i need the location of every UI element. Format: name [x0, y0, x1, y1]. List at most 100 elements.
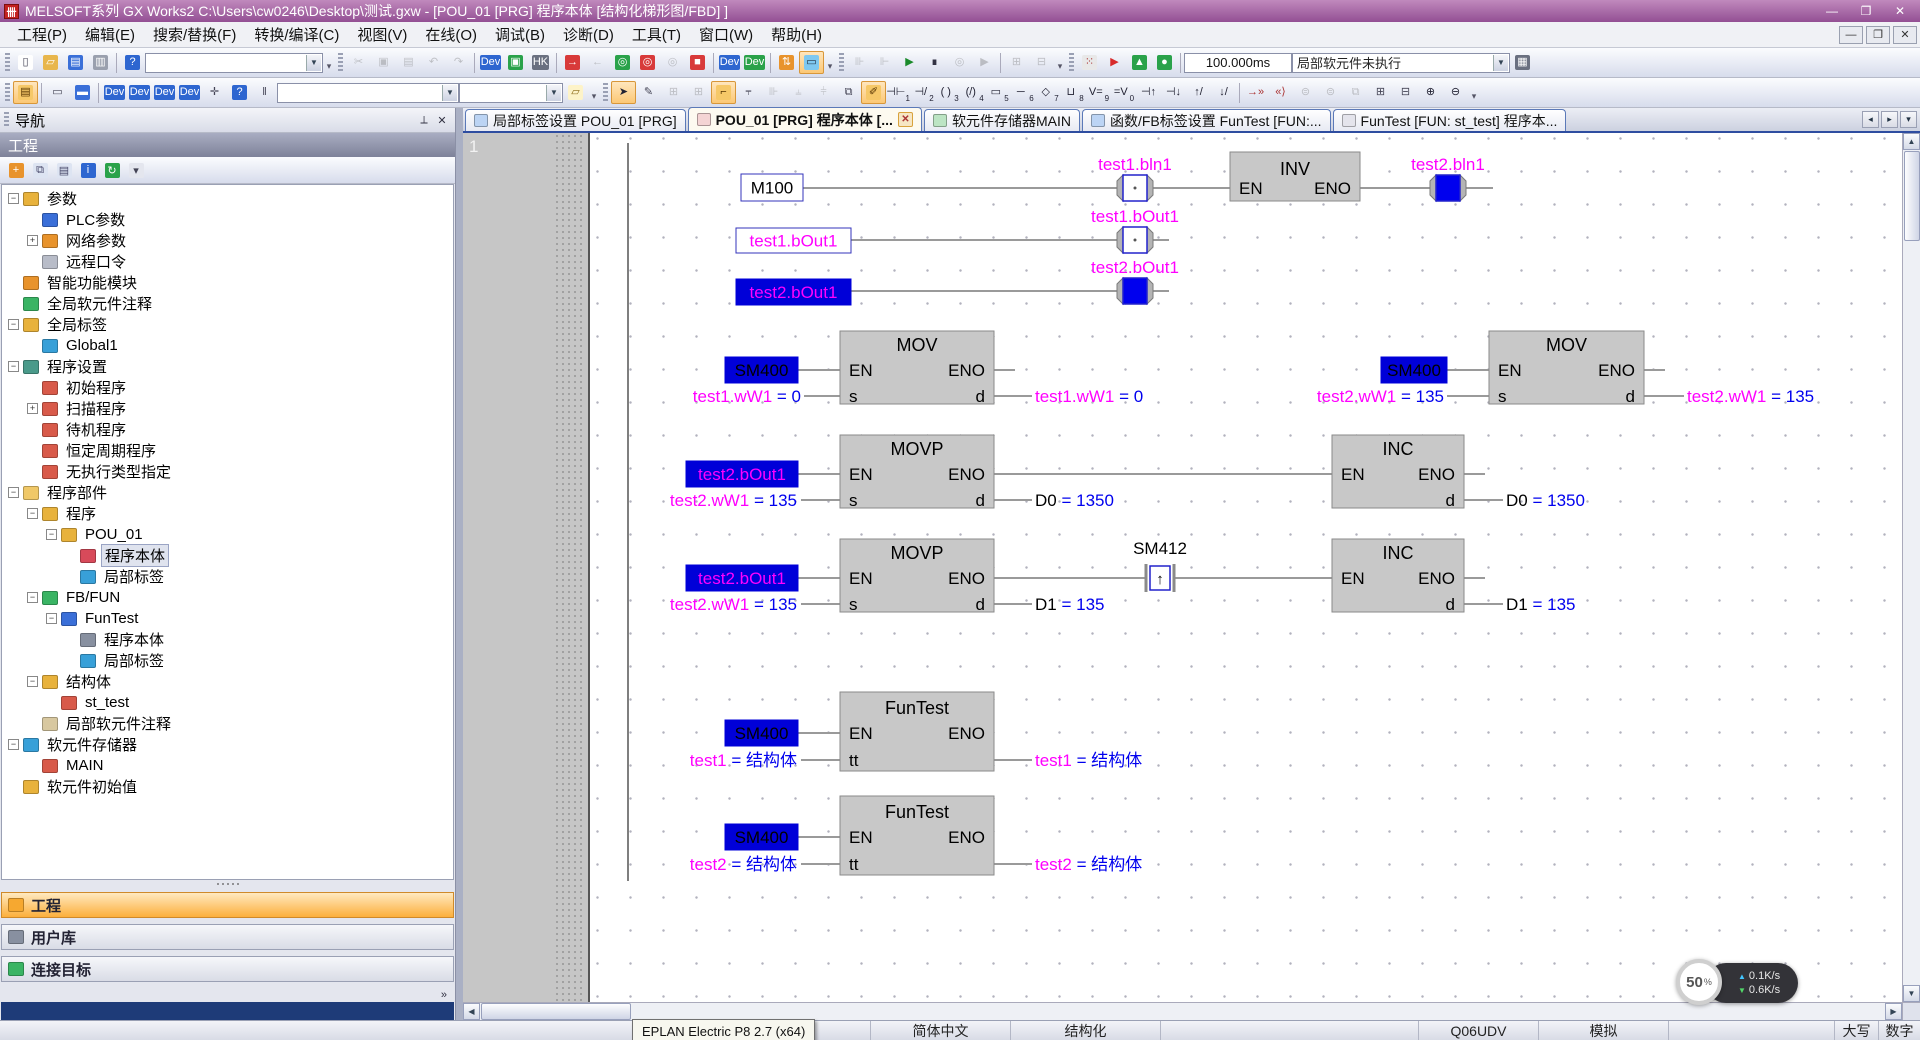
minimize-button[interactable]: —	[1816, 2, 1848, 20]
expand-icon[interactable]: +	[27, 235, 38, 246]
collapse-icon[interactable]: −	[8, 319, 19, 330]
coil-icon[interactable]: ( )3	[936, 81, 961, 104]
menu-item-9[interactable]: 工具(T)	[623, 21, 690, 48]
save-project-icon[interactable]: ▤	[63, 51, 88, 74]
open-project-icon[interactable]: ▱	[38, 51, 63, 74]
rising-closed-contact-icon[interactable]: ↑/	[1186, 81, 1211, 104]
fbd-variable-SM400[interactable]: SM400	[1381, 357, 1447, 383]
tree-item-24[interactable]: −结构体	[2, 671, 453, 692]
device-display-format-icon[interactable]: Dev	[177, 81, 202, 104]
function-block-icon[interactable]: ⊔8	[1061, 81, 1086, 104]
tree-item-8[interactable]: Global1	[2, 335, 453, 356]
horizontal-scroll-thumb[interactable]	[481, 1003, 631, 1020]
insert-row-icon[interactable]: ⫧	[736, 81, 761, 104]
panel-button-2[interactable]: 用户库	[1, 924, 454, 950]
toolbar2-grip[interactable]	[5, 83, 10, 103]
fbd-operand-label[interactable]: test2.wW1 = 135	[670, 491, 797, 510]
fbd-coil-test2.bOut1[interactable]: test2.bOut1	[1091, 258, 1179, 304]
tree-item-10[interactable]: 初始程序	[2, 377, 453, 398]
device-display-2-icon[interactable]: Dev	[742, 51, 767, 74]
data-property-icon[interactable]: i	[76, 159, 100, 181]
panel-button-3[interactable]: 连接目标	[1, 956, 454, 982]
pin-icon[interactable]: ⟂	[415, 112, 433, 128]
tree-item-17[interactable]: −POU_01	[2, 524, 453, 545]
fbd-operand-label[interactable]: test1 = 结构体	[690, 751, 797, 770]
collapse-icon[interactable]: −	[46, 529, 57, 540]
falling-closed-contact-icon[interactable]: ↓/	[1211, 81, 1236, 104]
tree-item-27[interactable]: −软元件存储器	[2, 734, 453, 755]
copy-data-icon[interactable]: ⧉	[28, 159, 52, 181]
menu-item-1[interactable]: 工程(P)	[8, 21, 76, 48]
fbd-contact-SM412[interactable]: ↑SM412	[1133, 539, 1187, 592]
scroll-up-arrow[interactable]: ▲	[1903, 133, 1920, 150]
menu-item-4[interactable]: 转换/编译(C)	[245, 21, 348, 48]
select-mode-icon[interactable]: ➤	[611, 81, 636, 104]
maximize-button[interactable]: ❐	[1850, 2, 1882, 20]
tree-item-23[interactable]: 局部标签	[2, 650, 453, 671]
tree-item-5[interactable]: 智能功能模块	[2, 272, 453, 293]
return-label-icon[interactable]: «⟩	[1268, 81, 1293, 104]
collapse-icon[interactable]: −	[27, 676, 38, 687]
toolbar1-grip[interactable]	[338, 53, 343, 73]
tree-item-18[interactable]: 程序本体	[2, 545, 453, 566]
menu-item-10[interactable]: 窗口(W)	[690, 21, 762, 48]
network-delete-icon[interactable]: ⊟	[1393, 81, 1418, 104]
next-tab-button[interactable]: ▸	[1881, 111, 1898, 128]
collapse-icon[interactable]: −	[27, 508, 38, 519]
fbd-operand-label[interactable]: test2.wW1 = 135	[1687, 387, 1814, 406]
menu-item-5[interactable]: 视图(V)	[348, 21, 416, 48]
pause-display-icon[interactable]: ‖	[252, 81, 277, 104]
tree-item-14[interactable]: 无执行类型指定	[2, 461, 453, 482]
fbd-block-inv[interactable]: INVENENO	[1230, 152, 1360, 201]
fbd-operand-label[interactable]: D0 = 1350	[1506, 491, 1585, 510]
toolbar-overflow-icon[interactable]: ▾	[1054, 52, 1066, 74]
fbd-operand-label[interactable]: D1 = 135	[1035, 595, 1104, 614]
pc-connection-icon[interactable]: ▭	[799, 51, 824, 74]
simulation-start-icon[interactable]: ▶	[1102, 51, 1127, 74]
tree-item-16[interactable]: −程序	[2, 503, 453, 524]
fbd-block-mov[interactable]: MOVENENOsd	[1489, 331, 1644, 406]
fbd-coil-test1.bOut1[interactable]: test1.bOut1	[1091, 207, 1179, 253]
duplicate-network-icon[interactable]: ⧉	[836, 81, 861, 104]
device-find-icon[interactable]: Dev	[478, 51, 503, 74]
fbd-block-movp[interactable]: MOVPENENOsd	[840, 435, 994, 510]
tree-item-6[interactable]: 全局软元件注释	[2, 293, 453, 314]
dock-window-2-icon[interactable]: ▬	[70, 81, 95, 104]
tree-item-4[interactable]: 远程口令	[2, 251, 453, 272]
instruction-box-icon[interactable]: ▭5	[986, 81, 1011, 104]
fbd-variable-test2.bOut1[interactable]: test2.bOut1	[686, 565, 798, 591]
comment-note-icon[interactable]: ▱	[563, 81, 588, 104]
monitor-stop-verify-icon[interactable]: ◎	[635, 51, 660, 74]
fbd-operand-label[interactable]: test2 = 结构体	[1035, 855, 1142, 874]
collapse-icon[interactable]: −	[8, 361, 19, 372]
branch-line-icon[interactable]: ◇7	[1036, 81, 1061, 104]
tree-item-20[interactable]: −FB/FUN	[2, 587, 453, 608]
toolbar1-grip[interactable]	[839, 53, 844, 73]
tree-item-29[interactable]: 软元件初始值	[2, 776, 453, 797]
zoom-in-icon[interactable]: ⊕	[1418, 81, 1443, 104]
panel-splitter[interactable]	[0, 880, 455, 888]
monitor-stop-icon[interactable]: ∎	[922, 51, 947, 74]
collapse-icon[interactable]: −	[8, 193, 19, 204]
close-button[interactable]: ✕	[1884, 2, 1916, 20]
scroll-left-arrow[interactable]: ◀	[463, 1003, 480, 1020]
fbd-operand-label[interactable]: test2.wW1 = 135	[670, 595, 797, 614]
tab-4[interactable]: 函数/FB标签设置 FunTest [FUN:...	[1082, 109, 1331, 131]
interconnect-mode-icon[interactable]: ✎	[636, 81, 661, 104]
toolbar2-grip[interactable]	[603, 83, 608, 103]
fbd-operand-label[interactable]: D0 = 1350	[1035, 491, 1114, 510]
help-icon[interactable]: ?	[120, 51, 145, 74]
help-context-icon[interactable]: ?	[227, 81, 252, 104]
menu-item-8[interactable]: 诊断(D)	[554, 21, 623, 48]
fbd-variable-SM400[interactable]: SM400	[725, 720, 798, 746]
verify-stop-icon[interactable]: ■	[685, 51, 710, 74]
print-icon[interactable]: ▥	[88, 51, 113, 74]
falling-contact-icon[interactable]: ⊣↓	[1161, 81, 1186, 104]
fbd-operand-label[interactable]: test1.wW1 = 0	[693, 387, 801, 406]
simulation-stop-icon[interactable]: ●	[1152, 51, 1177, 74]
tree-item-9[interactable]: −程序设置	[2, 356, 453, 377]
prev-tab-button[interactable]: ◂	[1862, 111, 1879, 128]
fbd-coil-test1.bln1[interactable]: test1.bln1	[1098, 155, 1172, 201]
toolbar-overflow-icon[interactable]: ▾	[824, 52, 836, 74]
expand-icon[interactable]: +	[27, 403, 38, 414]
